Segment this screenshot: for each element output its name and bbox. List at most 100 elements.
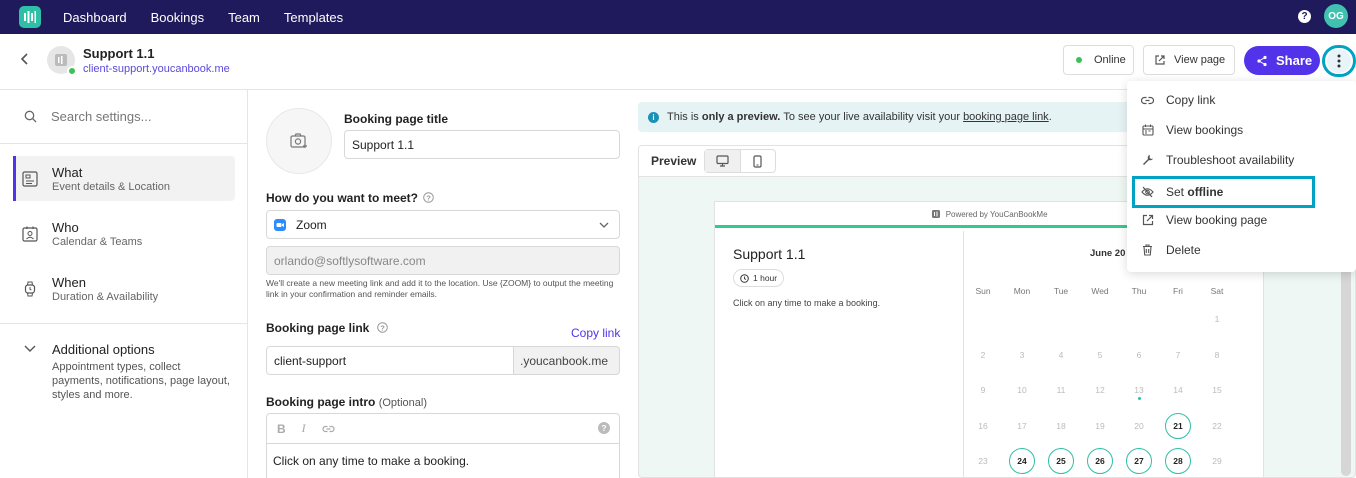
calendar-day: 5 — [1097, 350, 1103, 360]
calendar-day: 29 — [1212, 456, 1222, 466]
intro-editor[interactable]: Click on any time to make a booking. — [266, 443, 620, 478]
banner-prefix: This is — [667, 111, 699, 123]
menu-item-view-booking-page[interactable]: View booking page — [1127, 205, 1356, 235]
menu-item-view-bookings[interactable]: View bookings — [1127, 115, 1356, 145]
additional-options-description: Appointment types, collect payments, not… — [52, 361, 230, 401]
booking-link-input[interactable]: client-support — [266, 346, 514, 375]
share-button[interactable]: Share — [1244, 46, 1320, 75]
day-of-week-label: Tue — [1053, 286, 1069, 296]
chevron-down-icon — [599, 222, 609, 228]
menu-item-delete[interactable]: Delete — [1127, 235, 1356, 265]
menu-item-troubleshoot[interactable]: Troubleshoot availability — [1127, 145, 1356, 175]
online-status-button[interactable]: Online — [1063, 45, 1134, 75]
banner-end: . — [1048, 111, 1052, 123]
meet-label-text: How do you want to meet? — [266, 191, 418, 205]
external-link-icon — [1141, 214, 1154, 227]
sidebar-item-subtitle: Duration & Availability — [52, 290, 159, 303]
help-circle-icon[interactable]: ? — [598, 422, 610, 434]
search-input[interactable] — [51, 109, 231, 124]
meet-label: How do you want to meet? ? — [266, 191, 435, 205]
top-nav: Dashboard Bookings Team Templates ? OG — [0, 0, 1356, 34]
svg-text:?: ? — [427, 193, 432, 202]
question-circle-icon[interactable]: ? — [376, 322, 388, 333]
link-icon[interactable] — [322, 424, 335, 434]
additional-options[interactable]: Additional options Appointment types, co… — [24, 342, 234, 402]
app-logo-icon[interactable] — [19, 6, 41, 28]
nav-bookings[interactable]: Bookings — [151, 10, 204, 25]
online-status-dot — [67, 66, 77, 76]
page-title: Support 1.1 — [83, 46, 155, 61]
meeting-type-select[interactable]: Zoom — [266, 210, 620, 239]
wrench-icon — [1141, 154, 1154, 167]
bold-icon[interactable]: B — [277, 422, 286, 436]
user-avatar[interactable]: OG — [1324, 4, 1348, 28]
question-circle-icon[interactable]: ? — [423, 192, 435, 203]
calendar-day-available[interactable]: 25 — [1048, 448, 1074, 474]
eye-off-icon — [1141, 186, 1154, 199]
calendar-day: 15 — [1212, 385, 1222, 395]
booking-page-link[interactable]: booking page link — [963, 111, 1049, 123]
banner-bold: only a preview. — [701, 111, 781, 123]
italic-icon[interactable]: I — [302, 421, 306, 436]
menu-item-label: Troubleshoot availability — [1166, 153, 1295, 167]
help-icon[interactable]: ? — [1298, 9, 1311, 23]
nav-dashboard[interactable]: Dashboard — [63, 10, 127, 25]
intro-optional-text: (Optional) — [378, 397, 427, 409]
share-icon — [1257, 55, 1267, 66]
duration-text: 1 hour — [753, 273, 778, 283]
day-of-week-label: Sat — [1210, 286, 1224, 296]
view-page-button[interactable]: View page — [1143, 45, 1235, 75]
more-options-icon[interactable] — [1327, 49, 1351, 73]
menu-item-label: Set — [1166, 185, 1185, 199]
sidebar-item-when[interactable]: When Duration & Availability — [13, 266, 235, 311]
page-url-link[interactable]: client-support.youcanbook.me — [83, 63, 230, 75]
calendar-day-available[interactable]: 28 — [1165, 448, 1191, 474]
zoom-email-field: orlando@softlysoftware.com — [266, 246, 620, 275]
copy-link-button[interactable]: Copy link — [571, 326, 620, 340]
nav-templates[interactable]: Templates — [284, 10, 343, 25]
sidebar-item-who[interactable]: Who Calendar & Teams — [13, 211, 235, 256]
trash-icon — [1141, 244, 1154, 257]
online-label: Online — [1094, 54, 1126, 66]
mobile-view-button[interactable] — [741, 150, 776, 172]
calendar-day: 14 — [1173, 385, 1183, 395]
back-chevron-icon[interactable] — [18, 52, 32, 66]
more-options-highlight — [1322, 45, 1356, 77]
calendar-day-available[interactable]: 26 — [1087, 448, 1113, 474]
sidebar-item-subtitle: Calendar & Teams — [52, 235, 143, 248]
menu-item-label: View bookings — [1166, 123, 1244, 137]
more-options-menu: Copy link View bookings Troubleshoot ava… — [1127, 81, 1356, 272]
today-indicator — [1137, 397, 1141, 400]
calendar-day-available[interactable]: 24 — [1009, 448, 1035, 474]
calendar-day: 18 — [1056, 421, 1066, 431]
upload-photo-button[interactable] — [266, 108, 332, 174]
menu-item-copy-link[interactable]: Copy link — [1127, 85, 1356, 115]
calendar-day: 11 — [1056, 385, 1066, 395]
calendar-day: 6 — [1136, 350, 1142, 360]
event-details-form: Booking page title Support 1.1 How do yo… — [248, 90, 638, 478]
link-suffix: .youcanbook.me — [513, 346, 620, 375]
day-of-week-label: Thu — [1131, 286, 1147, 296]
svg-text:?: ? — [380, 323, 385, 332]
link-label-text: Booking page link — [266, 321, 370, 335]
calendar-day-available[interactable]: 21 — [1165, 413, 1191, 439]
calendar-day-available[interactable]: 27 — [1126, 448, 1152, 474]
menu-item-label-bold: offline — [1187, 185, 1224, 199]
calendar-user-icon — [22, 226, 38, 242]
calendar-day: 16 — [978, 421, 988, 431]
zoom-icon — [274, 218, 286, 231]
nav-team[interactable]: Team — [228, 10, 260, 25]
calendar-day: 4 — [1058, 350, 1064, 360]
mobile-icon — [753, 154, 762, 168]
calendar-icon — [1141, 124, 1154, 137]
preview-event-info: Support 1.1 1 hour Click on any time to … — [715, 231, 964, 477]
calendar-day: 12 — [1095, 385, 1105, 395]
meeting-type-value: Zoom — [296, 217, 327, 232]
settings-sidebar: What Event details & Location Who Calend… — [0, 90, 248, 478]
sidebar-item-what[interactable]: What Event details & Location — [13, 156, 235, 201]
title-input[interactable]: Support 1.1 — [344, 130, 620, 159]
menu-item-set-offline[interactable]: Set offline — [1132, 176, 1315, 208]
calendar-day: 22 — [1212, 421, 1222, 431]
desktop-view-button[interactable] — [705, 150, 741, 172]
intro-label: Booking page intro (Optional) — [266, 395, 427, 409]
